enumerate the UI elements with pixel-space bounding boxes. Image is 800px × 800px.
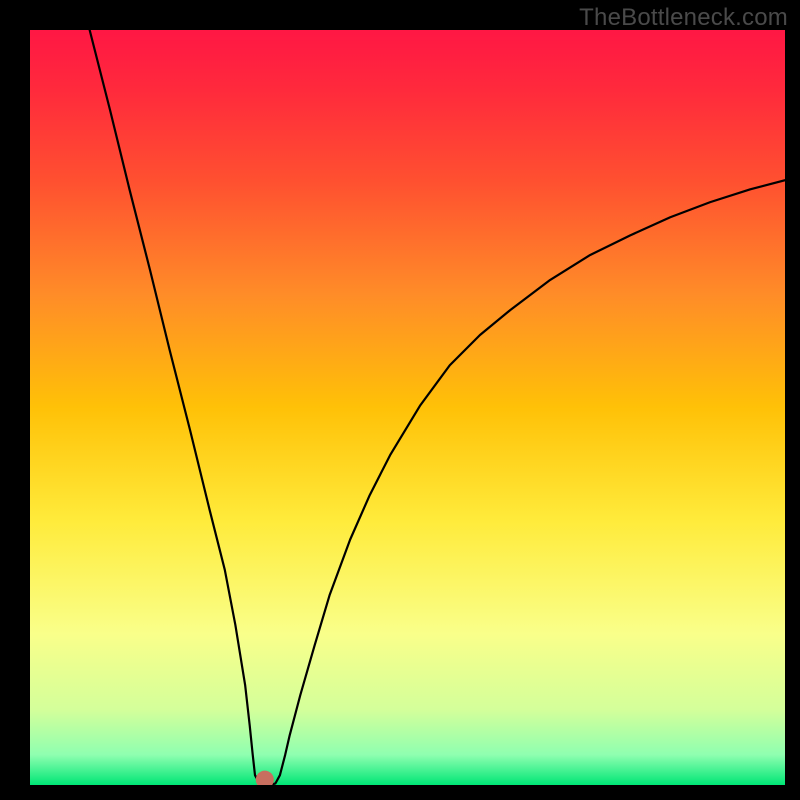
watermark-text: TheBottleneck.com (579, 4, 788, 32)
bottleneck-curve (30, 30, 785, 785)
plot-area (30, 30, 785, 785)
